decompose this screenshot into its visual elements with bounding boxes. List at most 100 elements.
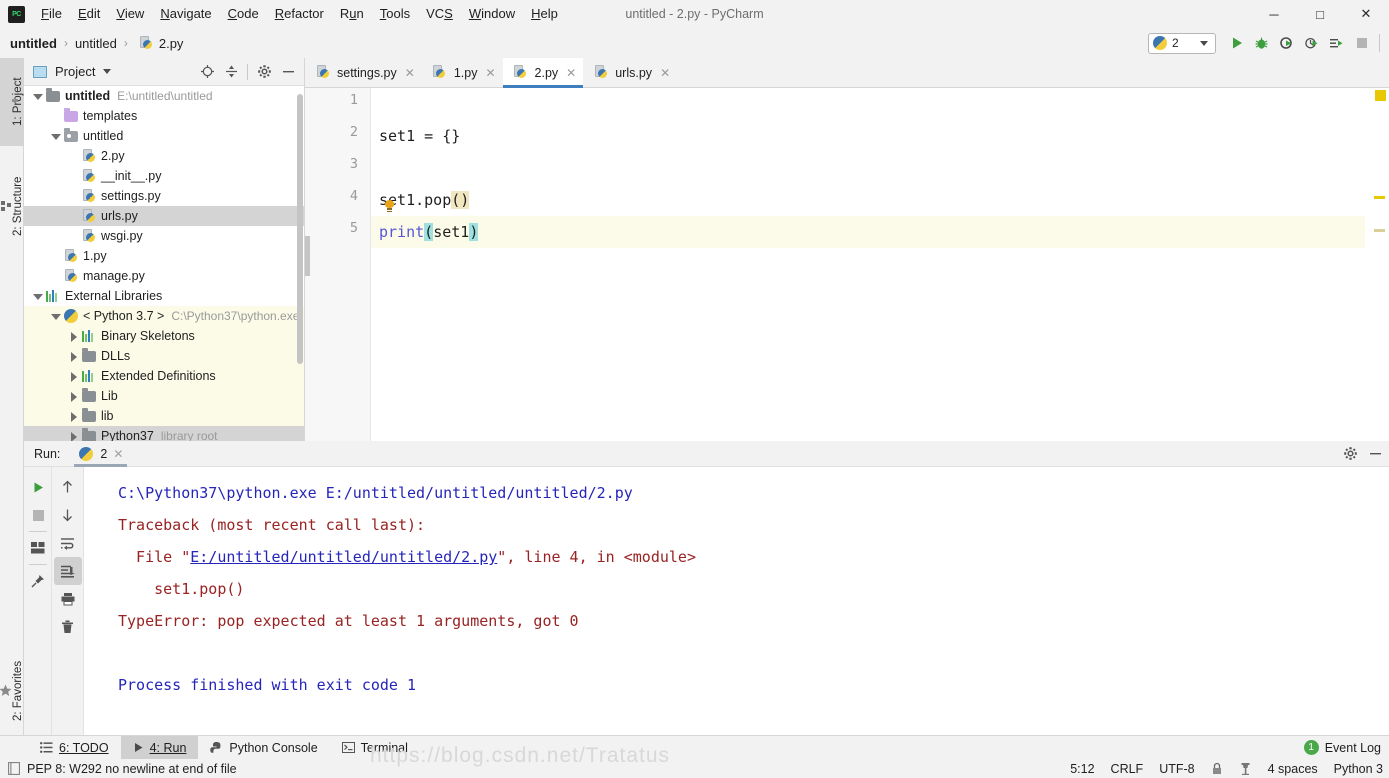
project-scrollbar[interactable] bbox=[297, 94, 303, 364]
tree-item-external-libraries[interactable]: External Libraries bbox=[24, 286, 304, 306]
settings-gear-icon[interactable] bbox=[1343, 446, 1358, 461]
menu-view[interactable]: View bbox=[108, 3, 152, 25]
menu-navigate[interactable]: Navigate bbox=[152, 3, 219, 25]
tree-item-settings-py[interactable]: settings.py bbox=[24, 186, 304, 206]
menu-file[interactable]: File bbox=[33, 3, 70, 25]
caret-position[interactable]: 5:12 bbox=[1070, 762, 1094, 776]
settings-gear-icon[interactable] bbox=[252, 60, 276, 84]
breadcrumb-item-2[interactable]: 2.py bbox=[159, 36, 184, 51]
tree-item-1-py[interactable]: 1.py bbox=[24, 246, 304, 266]
chevron-down-icon[interactable] bbox=[1200, 40, 1208, 46]
breadcrumb-item-0[interactable]: untitled bbox=[10, 36, 57, 51]
chevron-right-icon[interactable] bbox=[68, 351, 79, 362]
event-log-area[interactable]: 1 Event Log bbox=[1303, 740, 1389, 755]
tree-item-dlls[interactable]: DLLs bbox=[24, 346, 304, 366]
close-icon[interactable]: ✕ bbox=[113, 447, 123, 461]
console-file-link[interactable]: E:/untitled/untitled/untitled/2.py bbox=[190, 548, 497, 566]
tree-item-urls-py[interactable]: urls.py bbox=[24, 206, 304, 226]
warning-stripe[interactable] bbox=[1374, 196, 1385, 199]
tree-item-binary-skeletons[interactable]: Binary Skeletons bbox=[24, 326, 304, 346]
close-icon[interactable]: ✕ bbox=[566, 66, 576, 80]
menu-tools[interactable]: Tools bbox=[372, 3, 418, 25]
indent-setting[interactable]: 4 spaces bbox=[1268, 762, 1318, 776]
debug-icon[interactable] bbox=[1249, 31, 1274, 55]
menu-run[interactable]: Run bbox=[332, 3, 372, 25]
editor-tab-1-py[interactable]: 1.py ✕ bbox=[421, 58, 503, 87]
run-icon[interactable] bbox=[1224, 31, 1249, 55]
editor-scroll-indicator[interactable] bbox=[305, 236, 310, 276]
tree-item--init-py[interactable]: __init__.py bbox=[24, 166, 304, 186]
chevron-right-icon[interactable] bbox=[68, 431, 79, 441]
python-interpreter[interactable]: Python 3 bbox=[1334, 762, 1383, 776]
warning-stripe[interactable] bbox=[1374, 229, 1385, 232]
sidebar-item-structure[interactable]: 2: Structure bbox=[0, 154, 24, 258]
file-encoding[interactable]: UTF-8 bbox=[1159, 762, 1194, 776]
close-button[interactable]: ✕ bbox=[1343, 0, 1389, 28]
error-stripe-gutter[interactable] bbox=[1365, 88, 1389, 441]
chevron-right-icon[interactable] bbox=[68, 331, 79, 342]
hide-panel-icon[interactable] bbox=[1368, 446, 1383, 461]
close-icon[interactable]: ✕ bbox=[405, 66, 415, 80]
hide-panel-icon[interactable] bbox=[276, 60, 300, 84]
run-tests-icon[interactable] bbox=[1324, 31, 1349, 55]
tree-item-python37[interactable]: Python37 library root bbox=[24, 426, 304, 441]
close-icon[interactable]: ✕ bbox=[485, 66, 495, 80]
project-tree[interactable]: untitled E:\untitled\untitled templates unt… bbox=[24, 86, 304, 441]
editor-code[interactable]: set1 = {} set1.pop() print(set1) bbox=[371, 88, 1365, 441]
bottom-tab-run[interactable]: 4: Run bbox=[120, 735, 199, 760]
sidebar-item-project[interactable]: 1: Project bbox=[0, 58, 24, 146]
pin-icon[interactable] bbox=[24, 567, 52, 595]
chevron-right-icon[interactable] bbox=[68, 391, 79, 402]
editor-tab-urls-py[interactable]: urls.py ✕ bbox=[583, 58, 678, 87]
close-icon[interactable]: ✕ bbox=[660, 66, 670, 80]
layout-icon[interactable] bbox=[24, 534, 52, 562]
tree-item-wsgi-py[interactable]: wsgi.py bbox=[24, 226, 304, 246]
menu-edit[interactable]: Edit bbox=[70, 3, 108, 25]
chevron-down-icon[interactable] bbox=[50, 311, 61, 322]
tree-item-lib[interactable]: Lib bbox=[24, 386, 304, 406]
tree-item-manage-py[interactable]: manage.py bbox=[24, 266, 304, 286]
down-icon[interactable] bbox=[54, 501, 82, 529]
lock-icon[interactable] bbox=[1211, 762, 1223, 775]
chevron-right-icon[interactable] bbox=[68, 371, 79, 382]
run-tab[interactable]: 2 ✕ bbox=[72, 441, 129, 467]
run-with-coverage-icon[interactable] bbox=[1274, 31, 1299, 55]
hammer-icon[interactable] bbox=[1239, 762, 1252, 775]
breadcrumb-item-1[interactable]: untitled bbox=[75, 36, 117, 51]
bottom-tab-python-console[interactable]: Python Console bbox=[198, 736, 329, 760]
rerun-icon[interactable] bbox=[24, 473, 52, 501]
minimize-button[interactable]: ─ bbox=[1251, 0, 1297, 28]
menu-code[interactable]: Code bbox=[220, 3, 267, 25]
maximize-button[interactable]: □ bbox=[1297, 0, 1343, 28]
tree-item-extended-definitions[interactable]: Extended Definitions bbox=[24, 366, 304, 386]
tree-item-templates[interactable]: templates bbox=[24, 106, 304, 126]
menu-vcs[interactable]: VCS bbox=[418, 3, 461, 25]
menu-refactor[interactable]: Refactor bbox=[267, 3, 332, 25]
tree-item-untitled[interactable]: untitled E:\untitled\untitled bbox=[24, 86, 304, 106]
editor-body[interactable]: 1 2 3 4 5 set1 = {} set1.pop() print(set1) bbox=[305, 88, 1389, 441]
menu-help[interactable]: Help bbox=[523, 3, 566, 25]
warning-indicator-icon[interactable] bbox=[1375, 90, 1386, 101]
sidebar-item-favorites[interactable]: 2: Favorites bbox=[0, 636, 24, 746]
editor-tab-settings-py[interactable]: settings.py ✕ bbox=[305, 58, 422, 87]
tree-item-2-py[interactable]: 2.py bbox=[24, 146, 304, 166]
chevron-down-icon[interactable] bbox=[50, 131, 61, 142]
intention-bulb-icon[interactable] bbox=[385, 200, 394, 212]
chevron-down-icon[interactable] bbox=[32, 291, 43, 302]
chevron-down-icon[interactable] bbox=[103, 69, 112, 74]
console-output[interactable]: C:\Python37\python.exe E:/untitled/untit… bbox=[84, 467, 1389, 735]
editor-tab-2-py[interactable]: 2.py ✕ bbox=[502, 58, 584, 88]
tree-item-lib[interactable]: lib bbox=[24, 406, 304, 426]
collapse-all-icon[interactable] bbox=[219, 60, 243, 84]
tree-item--python-3-7-[interactable]: < Python 3.7 > C:\Python37\python.exe bbox=[24, 306, 304, 326]
profile-icon[interactable] bbox=[1299, 31, 1324, 55]
menu-window[interactable]: Window bbox=[461, 3, 523, 25]
print-icon[interactable] bbox=[54, 585, 82, 613]
chevron-down-icon[interactable] bbox=[32, 91, 43, 102]
clear-all-trash-icon[interactable] bbox=[54, 613, 82, 641]
up-icon[interactable] bbox=[54, 473, 82, 501]
scroll-to-end-icon[interactable] bbox=[53, 557, 82, 585]
bottom-tab-todo[interactable]: 6: TODO bbox=[28, 736, 121, 760]
chevron-right-icon[interactable] bbox=[68, 411, 79, 422]
bottom-tab-terminal[interactable]: Terminal bbox=[330, 736, 420, 760]
